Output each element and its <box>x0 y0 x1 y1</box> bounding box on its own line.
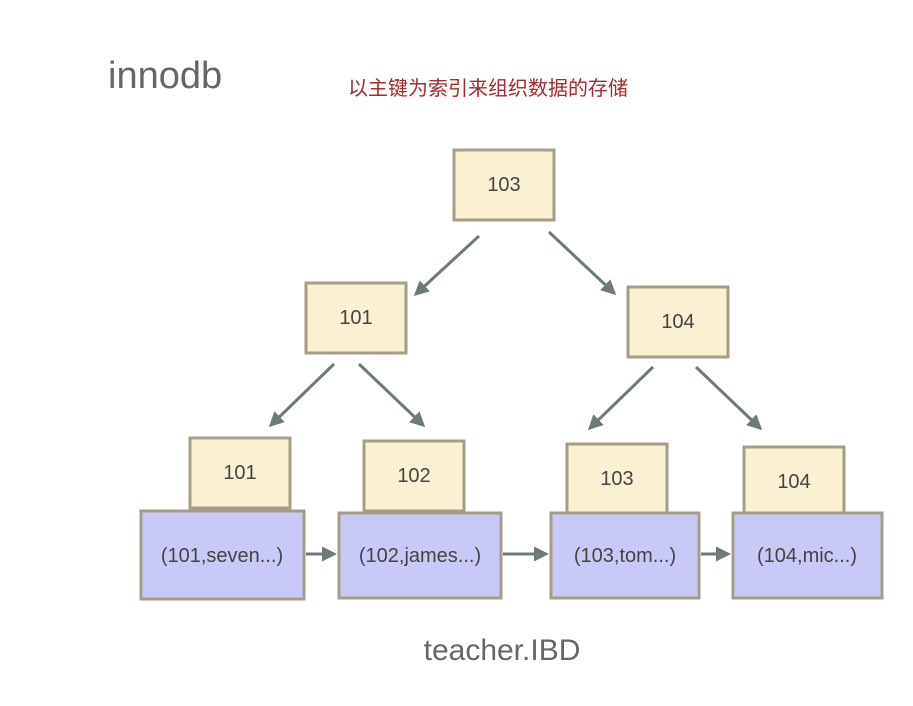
leaf-key-103: 103 <box>565 442 669 516</box>
leaf-row-103: (103,tom...) <box>549 511 701 600</box>
edge-root-to-104 <box>547 230 617 296</box>
internal-node-104: 104 <box>626 285 730 359</box>
edge-101-to-leaf-102 <box>357 362 426 428</box>
edge-101-to-leaf-101 <box>268 362 336 428</box>
diagram-title: innodb <box>108 55 222 97</box>
root-node: 103 <box>452 148 556 222</box>
edge-104-to-leaf-103 <box>587 365 655 431</box>
leaf-key-101: 101 <box>188 436 292 510</box>
btree-diagram: innodb 以主键为索引来组织数据的存储 103 101 104 101 10… <box>108 55 884 667</box>
leaf-key: 101 <box>223 462 256 484</box>
file-label: teacher.IBD <box>424 634 581 667</box>
leaf-key-102: 102 <box>362 439 466 513</box>
internal-key: 101 <box>339 307 372 329</box>
edge-root-to-101 <box>413 234 481 297</box>
row-data: (103,tom...) <box>574 545 676 567</box>
leaf-key: 103 <box>600 468 633 490</box>
row-data: (102,james...) <box>359 545 481 567</box>
leaf-row-101: (101,seven...) <box>139 509 306 601</box>
leaf-row-102: (102,james...) <box>337 511 503 600</box>
internal-node-101: 101 <box>304 281 408 355</box>
row-data: (101,seven...) <box>161 545 283 567</box>
leaf-key: 104 <box>777 471 810 493</box>
leaf-key-104: 104 <box>742 445 846 519</box>
diagram-subtitle: 以主键为索引来组织数据的存储 <box>348 76 628 100</box>
root-key: 103 <box>487 174 520 196</box>
leaf-row-104: (104,mic...) <box>731 511 884 600</box>
internal-key: 104 <box>661 311 694 333</box>
leaf-key: 102 <box>397 465 430 487</box>
row-data: (104,mic...) <box>757 545 857 567</box>
edge-104-to-leaf-104 <box>694 365 763 431</box>
